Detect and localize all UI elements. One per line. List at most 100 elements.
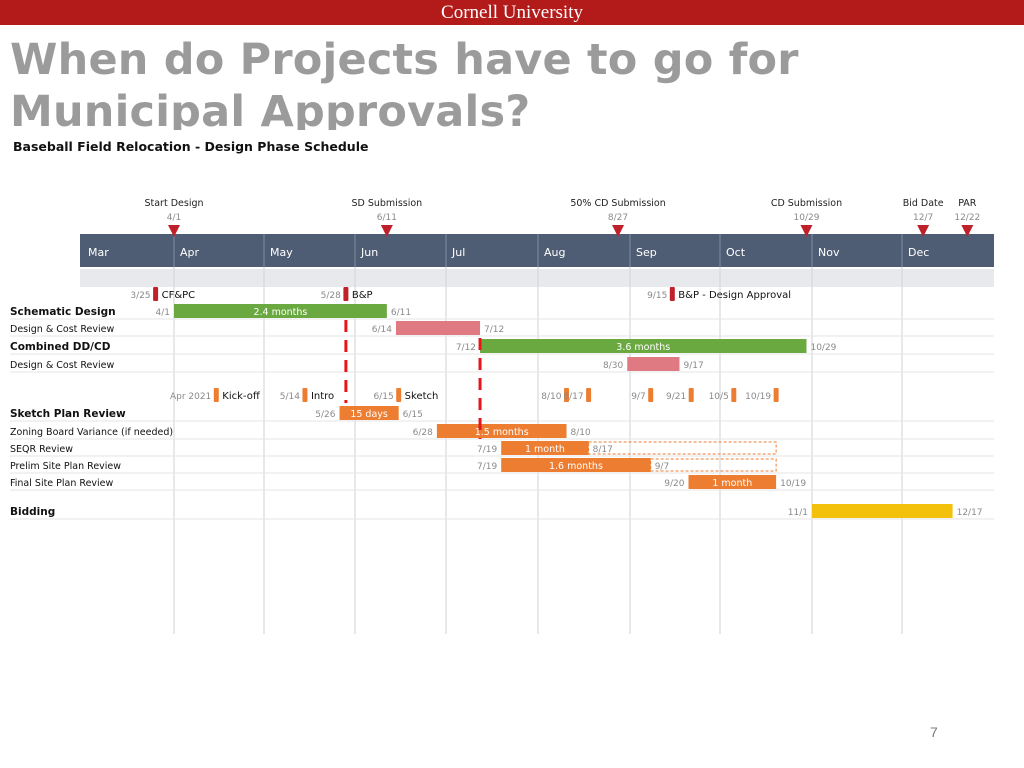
month-label: Sep [636, 246, 657, 259]
task-duration-label: 3.6 months [616, 342, 670, 353]
month-label: Oct [726, 246, 746, 259]
event-date: 9/7 [631, 392, 645, 402]
month-label: Dec [908, 246, 929, 259]
event-label: Kick-off [222, 391, 261, 402]
task-end-date: 12/17 [957, 508, 983, 518]
event-marker [731, 388, 737, 402]
task-end-date: 6/11 [391, 308, 411, 318]
event-date: 3/25 [130, 291, 150, 301]
task-name: Design & Cost Review [10, 324, 115, 335]
milestone-label: 50% CD Submission [570, 198, 665, 209]
task-name: Final Site Plan Review [10, 478, 114, 489]
event-date: 5/14 [280, 392, 300, 402]
task-end-date: 10/29 [810, 343, 836, 353]
month-label: Aug [544, 246, 565, 259]
task-end-date: 9/17 [684, 361, 704, 371]
event-marker [396, 388, 402, 402]
task-duration-label: 1 month [712, 478, 752, 489]
chart-title: Baseball Field Relocation - Design Phase… [13, 139, 368, 154]
task-name: Bidding [10, 506, 55, 518]
task-name: Design & Cost Review [10, 360, 115, 371]
event-label: CF&PC [162, 290, 196, 301]
task-duration-label: 15 days [350, 409, 388, 420]
milestone-label: SD Submission [351, 198, 422, 209]
milestone-label: Start Design [144, 198, 203, 209]
milestone-date: 6/11 [377, 213, 397, 223]
event-date: 9/15 [647, 291, 667, 301]
milestone-label: Bid Date [903, 198, 944, 209]
event-marker [343, 287, 349, 301]
task-duration-label: 1.6 months [549, 461, 603, 472]
event-marker [153, 287, 159, 301]
task-start-date: 11/1 [788, 508, 808, 518]
milestone-label: PAR [958, 198, 977, 209]
task-end-date: 6/15 [403, 410, 423, 420]
task-name: Zoning Board Variance (if needed) [10, 427, 173, 438]
event-date: 10/19 [745, 392, 771, 402]
event-marker [773, 388, 779, 402]
month-label: Jul [451, 246, 465, 259]
task-bar [627, 357, 680, 371]
month-label: Jun [360, 246, 378, 259]
task-start-date: 6/14 [372, 325, 392, 335]
event-date: 10/5 [709, 392, 729, 402]
task-end-date: 7/12 [484, 325, 504, 335]
event-marker [688, 388, 694, 402]
month-band [80, 234, 994, 267]
milestone-label: CD Submission [771, 198, 842, 209]
task-end-date: 8/10 [571, 428, 591, 438]
event-label: Intro [311, 391, 334, 402]
task-start-date: 7/12 [456, 343, 476, 353]
milestone-date: 10/29 [794, 213, 820, 223]
month-label: Apr [180, 246, 200, 259]
task-end-date: 8/17 [593, 445, 613, 455]
event-label: B&P [352, 290, 373, 301]
event-label: Sketch [405, 391, 439, 402]
month-label: Mar [88, 246, 109, 259]
task-name: Sketch Plan Review [10, 408, 126, 420]
month-band-shadow [80, 269, 994, 287]
event-label: B&P - Design Approval [678, 290, 791, 301]
task-start-date: 5/26 [315, 410, 335, 420]
task-duration-label: 1.5 months [475, 427, 529, 438]
task-duration-label: 2.4 months [253, 307, 307, 318]
task-end-date: 10/19 [780, 479, 806, 489]
milestone-date: 12/7 [913, 213, 933, 223]
task-end-date: 9/7 [655, 462, 669, 472]
task-start-date: 7/19 [477, 462, 497, 472]
event-marker [302, 388, 308, 402]
task-bar [395, 321, 481, 335]
task-bar [812, 504, 953, 518]
milestone-date: 12/22 [954, 213, 980, 223]
optional-extension-outline [650, 458, 777, 472]
event-marker [586, 388, 592, 402]
event-date: 6/15 [373, 392, 393, 402]
task-name: Prelim Site Plan Review [10, 461, 121, 472]
task-start-date: 9/20 [664, 479, 684, 489]
milestone-date: 8/27 [608, 213, 628, 223]
month-label: Nov [818, 246, 840, 259]
event-marker [648, 388, 654, 402]
event-date: 8/10 [541, 392, 561, 402]
task-duration-label: 1 month [525, 444, 565, 455]
task-start-date: 4/1 [156, 308, 170, 318]
month-label: May [270, 246, 293, 259]
slide-title: When do Projects have to go for Municipa… [10, 35, 799, 130]
event-date: 8/17 [563, 392, 583, 402]
university-brand: Cornell University [441, 2, 583, 23]
milestone-date: 4/1 [167, 213, 181, 223]
task-name: Schematic Design [10, 306, 116, 318]
task-start-date: 7/19 [477, 445, 497, 455]
event-date: 5/28 [321, 291, 341, 301]
page-number: 7 [930, 724, 938, 740]
task-start-date: 6/28 [413, 428, 433, 438]
event-date: Apr 2021 [170, 392, 211, 402]
task-name: Combined DD/CD [10, 341, 111, 353]
optional-extension-outline [588, 441, 777, 455]
event-marker [669, 287, 675, 301]
gantt-chart: Baseball Field Relocation - Design Phase… [10, 139, 994, 634]
task-name: SEQR Review [10, 444, 73, 455]
task-start-date: 8/30 [603, 361, 623, 371]
event-date: 9/21 [666, 392, 686, 402]
event-marker [213, 388, 219, 402]
